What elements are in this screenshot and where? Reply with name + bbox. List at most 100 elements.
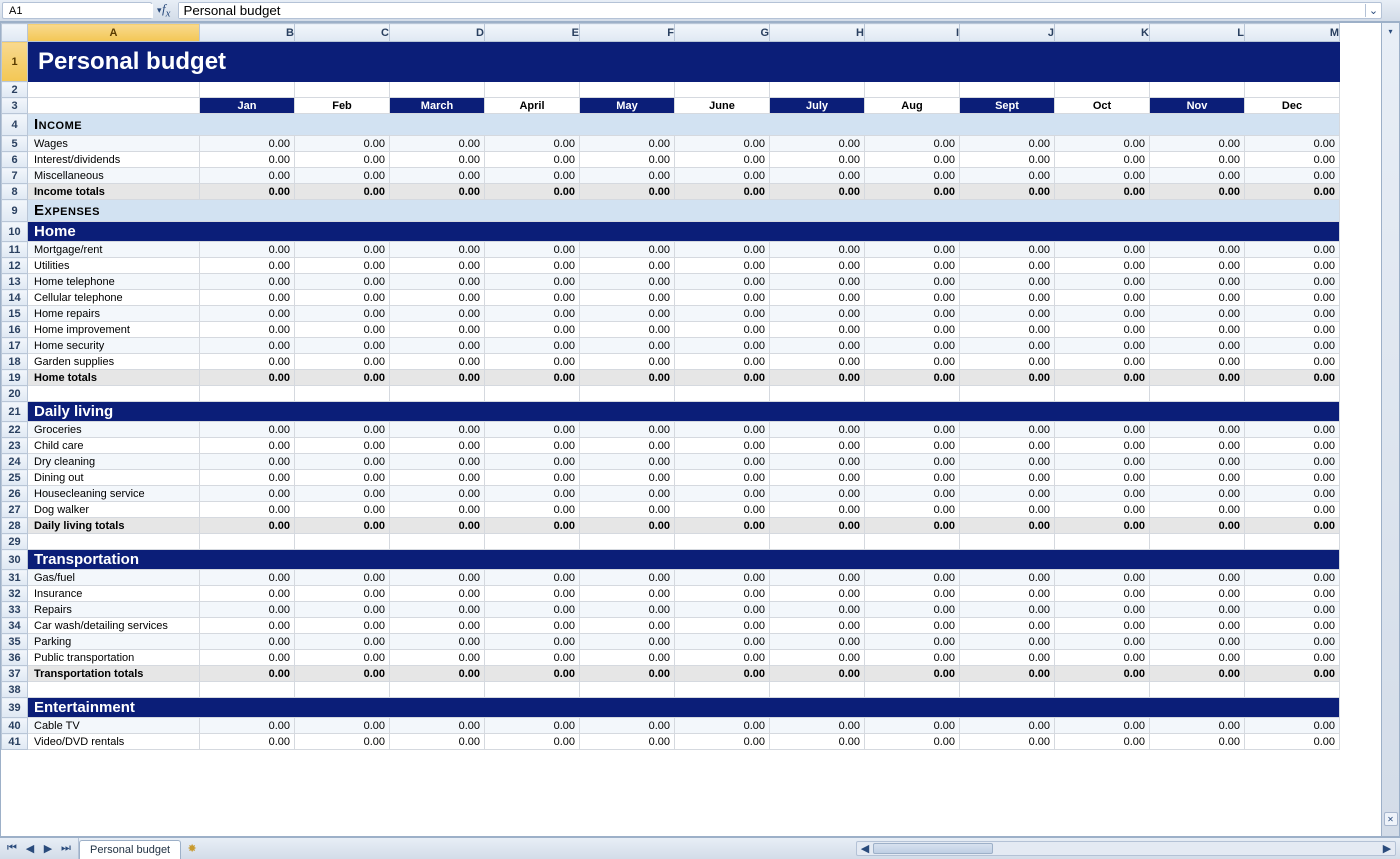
row-header[interactable]: 34 xyxy=(2,618,28,634)
expense-row[interactable]: Public transportation xyxy=(28,650,200,666)
value-cell[interactable]: 0.00 xyxy=(1055,422,1150,438)
value-cell[interactable]: 0.00 xyxy=(770,168,865,184)
value-cell[interactable]: 0.00 xyxy=(200,152,295,168)
value-cell[interactable]: 0.00 xyxy=(200,470,295,486)
value-cell[interactable]: 0.00 xyxy=(1055,290,1150,306)
cell[interactable] xyxy=(865,386,960,402)
value-cell[interactable]: 0.00 xyxy=(865,634,960,650)
row-header[interactable]: 24 xyxy=(2,454,28,470)
category-total[interactable]: Daily living totals xyxy=(28,518,200,534)
rail-close-icon[interactable]: ✕ xyxy=(1384,812,1398,826)
value-cell[interactable]: 0.00 xyxy=(580,470,675,486)
value-cell[interactable]: 0.00 xyxy=(200,274,295,290)
scroll-thumb[interactable] xyxy=(873,843,993,854)
select-all-corner[interactable] xyxy=(2,24,28,42)
value-cell[interactable]: 0.00 xyxy=(390,486,485,502)
value-cell[interactable]: 0.00 xyxy=(770,602,865,618)
cell[interactable] xyxy=(28,682,200,698)
value-cell[interactable]: 0.00 xyxy=(200,502,295,518)
value-cell[interactable]: 0.00 xyxy=(1245,152,1340,168)
value-cell[interactable]: 0.00 xyxy=(390,666,485,682)
value-cell[interactable]: 0.00 xyxy=(295,354,390,370)
category-header[interactable]: Daily living xyxy=(28,402,1340,422)
value-cell[interactable]: 0.00 xyxy=(960,438,1055,454)
value-cell[interactable]: 0.00 xyxy=(485,634,580,650)
value-cell[interactable]: 0.00 xyxy=(580,152,675,168)
month-header[interactable]: April xyxy=(485,98,580,114)
cell[interactable] xyxy=(200,534,295,550)
value-cell[interactable]: 0.00 xyxy=(200,570,295,586)
value-cell[interactable]: 0.00 xyxy=(1150,438,1245,454)
row-header[interactable]: 5 xyxy=(2,136,28,152)
month-header[interactable]: Feb xyxy=(295,98,390,114)
value-cell[interactable]: 0.00 xyxy=(770,470,865,486)
value-cell[interactable]: 0.00 xyxy=(960,570,1055,586)
value-cell[interactable]: 0.00 xyxy=(960,666,1055,682)
column-header[interactable]: A xyxy=(28,24,200,42)
value-cell[interactable]: 0.00 xyxy=(675,618,770,634)
value-cell[interactable]: 0.00 xyxy=(295,734,390,750)
expense-row[interactable]: Insurance xyxy=(28,586,200,602)
row-header[interactable]: 16 xyxy=(2,322,28,338)
row-header[interactable]: 14 xyxy=(2,290,28,306)
cell[interactable] xyxy=(770,534,865,550)
value-cell[interactable]: 0.00 xyxy=(1245,718,1340,734)
row-header[interactable]: 41 xyxy=(2,734,28,750)
value-cell[interactable]: 0.00 xyxy=(200,454,295,470)
value-cell[interactable]: 0.00 xyxy=(1245,422,1340,438)
value-cell[interactable]: 0.00 xyxy=(865,718,960,734)
value-cell[interactable]: 0.00 xyxy=(485,518,580,534)
value-cell[interactable]: 0.00 xyxy=(960,322,1055,338)
value-cell[interactable]: 0.00 xyxy=(580,290,675,306)
value-cell[interactable]: 0.00 xyxy=(960,274,1055,290)
value-cell[interactable]: 0.00 xyxy=(770,370,865,386)
value-cell[interactable]: 0.00 xyxy=(675,184,770,200)
value-cell[interactable]: 0.00 xyxy=(1150,470,1245,486)
value-cell[interactable]: 0.00 xyxy=(200,634,295,650)
value-cell[interactable]: 0.00 xyxy=(1150,184,1245,200)
value-cell[interactable]: 0.00 xyxy=(1245,570,1340,586)
value-cell[interactable]: 0.00 xyxy=(390,634,485,650)
value-cell[interactable]: 0.00 xyxy=(485,486,580,502)
value-cell[interactable]: 0.00 xyxy=(1055,470,1150,486)
value-cell[interactable]: 0.00 xyxy=(960,734,1055,750)
fx-icon[interactable]: fx xyxy=(162,1,170,20)
value-cell[interactable]: 0.00 xyxy=(1150,650,1245,666)
value-cell[interactable]: 0.00 xyxy=(390,650,485,666)
value-cell[interactable]: 0.00 xyxy=(865,136,960,152)
value-cell[interactable]: 0.00 xyxy=(1150,454,1245,470)
expense-row[interactable]: Dining out xyxy=(28,470,200,486)
row-header[interactable]: 23 xyxy=(2,438,28,454)
value-cell[interactable]: 0.00 xyxy=(485,422,580,438)
column-header[interactable]: C xyxy=(295,24,390,42)
cell[interactable] xyxy=(770,386,865,402)
value-cell[interactable]: 0.00 xyxy=(1245,274,1340,290)
row-header[interactable]: 38 xyxy=(2,682,28,698)
value-cell[interactable]: 0.00 xyxy=(485,666,580,682)
cell[interactable] xyxy=(960,386,1055,402)
value-cell[interactable]: 0.00 xyxy=(865,242,960,258)
cell[interactable] xyxy=(1055,682,1150,698)
value-cell[interactable]: 0.00 xyxy=(1055,586,1150,602)
month-header[interactable]: Sept xyxy=(960,98,1055,114)
cell[interactable] xyxy=(1150,82,1245,98)
value-cell[interactable]: 0.00 xyxy=(1150,518,1245,534)
value-cell[interactable]: 0.00 xyxy=(580,338,675,354)
value-cell[interactable]: 0.00 xyxy=(200,422,295,438)
value-cell[interactable]: 0.00 xyxy=(1245,586,1340,602)
value-cell[interactable]: 0.00 xyxy=(295,634,390,650)
value-cell[interactable]: 0.00 xyxy=(1245,518,1340,534)
value-cell[interactable]: 0.00 xyxy=(675,470,770,486)
value-cell[interactable]: 0.00 xyxy=(675,306,770,322)
value-cell[interactable]: 0.00 xyxy=(865,338,960,354)
value-cell[interactable]: 0.00 xyxy=(485,152,580,168)
income-row[interactable]: Wages xyxy=(28,136,200,152)
tab-first-icon[interactable]: ⏮ xyxy=(4,842,20,855)
value-cell[interactable]: 0.00 xyxy=(865,322,960,338)
value-cell[interactable]: 0.00 xyxy=(1245,322,1340,338)
value-cell[interactable]: 0.00 xyxy=(770,618,865,634)
value-cell[interactable]: 0.00 xyxy=(675,570,770,586)
cell[interactable] xyxy=(865,682,960,698)
value-cell[interactable]: 0.00 xyxy=(960,338,1055,354)
value-cell[interactable]: 0.00 xyxy=(1150,570,1245,586)
